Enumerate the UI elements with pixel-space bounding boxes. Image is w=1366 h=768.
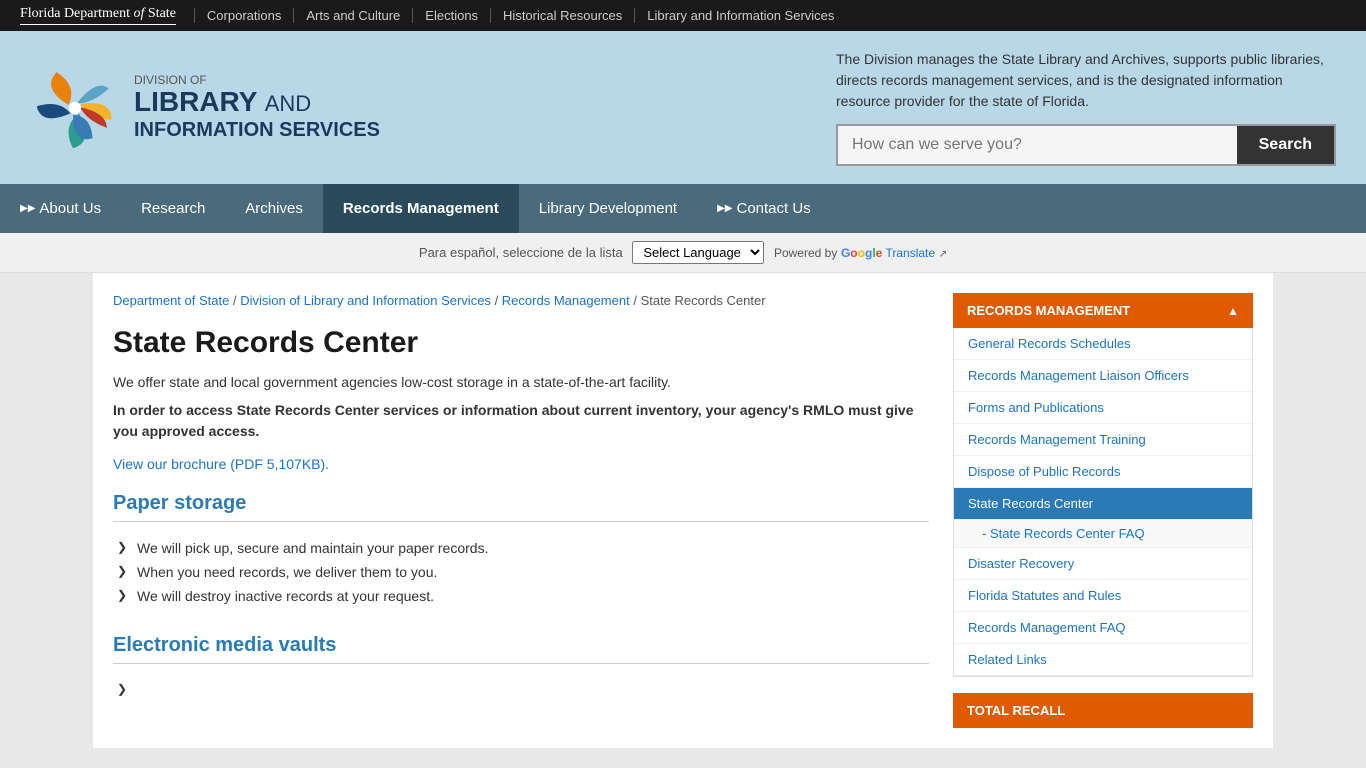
sidebar-section-title: RECORDS MANAGEMENT bbox=[967, 303, 1130, 318]
breadcrumb-current: State Records Center bbox=[641, 293, 766, 308]
header-description: The Division manages the State Library a… bbox=[836, 49, 1336, 112]
sidebar: RECORDS MANAGEMENT ▲ General Records Sch… bbox=[953, 293, 1253, 728]
sidebar-link-dispose[interactable]: Dispose of Public Records bbox=[954, 456, 1252, 488]
sidebar-link-related[interactable]: Related Links bbox=[954, 644, 1252, 676]
sidebar-link-disaster[interactable]: Disaster Recovery bbox=[954, 548, 1252, 580]
info-services-label: INFORMATION SERVICES bbox=[134, 118, 380, 142]
breadcrumb: Department of State / Division of Librar… bbox=[113, 293, 929, 308]
breadcrumb-sep-3: / bbox=[633, 293, 640, 308]
breadcrumb-division[interactable]: Division of Library and Information Serv… bbox=[240, 293, 491, 308]
division-logo bbox=[30, 63, 120, 153]
external-link-icon: ↗ bbox=[939, 249, 947, 260]
sidebar-link-statutes[interactable]: Florida Statutes and Rules bbox=[954, 580, 1252, 612]
nav-contact-label: Contact Us bbox=[737, 200, 811, 217]
library-label: LIBRARY and bbox=[134, 87, 380, 118]
language-select[interactable]: Select Language bbox=[632, 241, 764, 264]
list-item bbox=[113, 678, 929, 686]
powered-by-text: Powered by bbox=[774, 246, 837, 260]
sidebar-link-rmlo[interactable]: Records Management Liaison Officers bbox=[954, 360, 1252, 392]
arrow-icon-2: ▶▶ bbox=[717, 203, 732, 214]
nav-library-development[interactable]: Library Development bbox=[519, 184, 697, 233]
translate-link[interactable]: Translate bbox=[885, 246, 935, 260]
sidebar-link-faq[interactable]: State Records Center FAQ bbox=[954, 520, 1252, 548]
nav-research[interactable]: Research bbox=[121, 184, 225, 233]
access-notice: In order to access State Records Center … bbox=[113, 400, 929, 442]
google-brand: Google bbox=[841, 246, 886, 260]
division-of-label: DIVISION OF bbox=[134, 73, 380, 87]
top-nav-arts[interactable]: Arts and Culture bbox=[294, 8, 413, 23]
lang-bar-text: Para español, seleccione de la lista bbox=[419, 245, 623, 260]
list-item: We will destroy inactive records at your… bbox=[113, 584, 929, 608]
top-nav-corporations[interactable]: Corporations bbox=[194, 8, 294, 23]
nav-library-dev-label: Library Development bbox=[539, 200, 677, 217]
sidebar-link-general-records[interactable]: General Records Schedules bbox=[954, 328, 1252, 360]
division-text: DIVISION OF LIBRARY and INFORMATION SERV… bbox=[134, 73, 380, 142]
search-input[interactable] bbox=[838, 126, 1237, 164]
brochure-link: View our brochure (PDF 5,107KB). bbox=[113, 456, 929, 472]
content-wrapper: Department of State / Division of Librar… bbox=[93, 273, 1273, 748]
top-bar: Florida Department of State Corporations… bbox=[0, 0, 1366, 31]
nav-archives-label: Archives bbox=[245, 200, 303, 217]
nav-contact-us[interactable]: ▶▶ Contact Us bbox=[697, 184, 831, 233]
search-button[interactable]: Search bbox=[1237, 126, 1334, 164]
sidebar-link-state-records[interactable]: State Records Center bbox=[954, 488, 1252, 520]
sidebar-link-training[interactable]: Records Management Training bbox=[954, 424, 1252, 456]
electronic-title: Electronic media vaults bbox=[113, 634, 929, 664]
nav-about-us[interactable]: ▶▶ About Us bbox=[0, 184, 121, 233]
electronic-list bbox=[113, 672, 929, 692]
top-nav-library[interactable]: Library and Information Services bbox=[635, 8, 846, 23]
breadcrumb-sep-2: / bbox=[495, 293, 502, 308]
sidebar-link-rm-faq[interactable]: Records Management FAQ bbox=[954, 612, 1252, 644]
top-nav: Corporations Arts and Culture Elections … bbox=[194, 8, 846, 23]
brochure-download-link[interactable]: View our brochure (PDF 5,107KB). bbox=[113, 456, 329, 472]
header-right: The Division manages the State Library a… bbox=[836, 49, 1336, 166]
intro-text: We offer state and local government agen… bbox=[113, 374, 929, 390]
paper-storage-title: Paper storage bbox=[113, 492, 929, 522]
sidebar-links: General Records Schedules Records Manage… bbox=[953, 328, 1253, 677]
state-logo: Florida Department of State bbox=[20, 6, 176, 25]
header: DIVISION OF LIBRARY and INFORMATION SERV… bbox=[0, 31, 1366, 184]
header-left: DIVISION OF LIBRARY and INFORMATION SERV… bbox=[30, 63, 380, 153]
breadcrumb-records[interactable]: Records Management bbox=[502, 293, 630, 308]
list-item: When you need records, we deliver them t… bbox=[113, 560, 929, 584]
nav-research-label: Research bbox=[141, 200, 205, 217]
top-nav-historical[interactable]: Historical Resources bbox=[491, 8, 635, 23]
search-bar: Search bbox=[836, 124, 1336, 166]
page-title: State Records Center bbox=[113, 326, 929, 360]
lang-bar: Para español, seleccione de la lista Sel… bbox=[0, 233, 1366, 273]
nav-records-label: Records Management bbox=[343, 200, 499, 217]
sidebar-link-forms[interactable]: Forms and Publications bbox=[954, 392, 1252, 424]
nav-records-management[interactable]: Records Management bbox=[323, 184, 519, 233]
arrow-icon: ▶▶ bbox=[20, 203, 35, 214]
main-nav: ▶▶ About Us Research Archives Records Ma… bbox=[0, 184, 1366, 233]
total-recall-header: TOTAL RECALL bbox=[953, 693, 1253, 728]
state-logo-text: Florida Department of State bbox=[20, 6, 176, 21]
breadcrumb-dept[interactable]: Department of State bbox=[113, 293, 229, 308]
nav-about-us-label: About Us bbox=[39, 200, 101, 217]
top-nav-elections[interactable]: Elections bbox=[413, 8, 491, 23]
list-item: We will pick up, secure and maintain you… bbox=[113, 536, 929, 560]
paper-storage-list: We will pick up, secure and maintain you… bbox=[113, 530, 929, 614]
sidebar-records-section: RECORDS MANAGEMENT ▲ General Records Sch… bbox=[953, 293, 1253, 677]
main-content: Department of State / Division of Librar… bbox=[113, 293, 929, 728]
nav-archives[interactable]: Archives bbox=[225, 184, 323, 233]
total-recall-title: TOTAL RECALL bbox=[967, 703, 1065, 718]
sidebar-records-header[interactable]: RECORDS MANAGEMENT ▲ bbox=[953, 293, 1253, 328]
collapse-icon: ▲ bbox=[1227, 304, 1239, 318]
